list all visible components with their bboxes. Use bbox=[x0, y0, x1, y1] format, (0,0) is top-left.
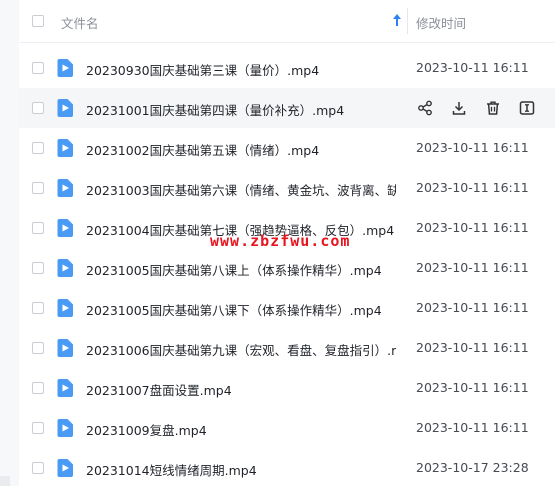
file-row[interactable]: 20231009复盘.mp4 2023-10-11 16:11 bbox=[19, 408, 555, 448]
row-checkbox[interactable] bbox=[32, 182, 44, 194]
modified-time: 2023-10-11 16:11 bbox=[416, 340, 529, 355]
modified-time: 2023-10-11 16:11 bbox=[416, 380, 529, 395]
file-name[interactable]: 20231003国庆基础第六课（情绪、黄金坑、波背离、缺... bbox=[86, 180, 396, 199]
file-row[interactable]: 20231005国庆基础第八课下（体系操作精华）.mp4 2023-10-11 1… bbox=[19, 288, 555, 328]
file-row[interactable]: 20230930国庆基础第三课（量价）.mp4 2023-10-11 16:11 bbox=[19, 48, 555, 88]
select-all-checkbox[interactable] bbox=[32, 15, 44, 27]
file-name[interactable]: 20231007盘面设置.mp4 bbox=[86, 380, 232, 399]
modified-time: 2023-10-11 16:11 bbox=[416, 260, 529, 275]
row-checkbox[interactable] bbox=[32, 262, 44, 274]
file-row[interactable]: 20231005国庆基础第八课上（体系操作精华）.mp4 2023-10-11 1… bbox=[19, 248, 555, 288]
video-file-icon bbox=[57, 179, 73, 197]
panel-corner bbox=[0, 476, 10, 486]
modified-time: 2023-10-11 16:11 bbox=[416, 180, 529, 195]
video-file-icon bbox=[57, 339, 73, 357]
column-divider[interactable] bbox=[407, 8, 408, 34]
column-header-name[interactable]: 文件名 bbox=[61, 13, 99, 32]
row-checkbox[interactable] bbox=[32, 222, 44, 234]
video-file-icon bbox=[57, 259, 73, 277]
row-checkbox[interactable] bbox=[32, 342, 44, 354]
row-checkbox[interactable] bbox=[32, 62, 44, 74]
file-name[interactable]: 20231005国庆基础第八课下（体系操作精华）.mp4 bbox=[86, 300, 382, 319]
modified-time: 2023-10-11 16:11 bbox=[416, 420, 529, 435]
row-checkbox[interactable] bbox=[32, 302, 44, 314]
modified-time: 2023-10-11 16:11 bbox=[416, 220, 529, 235]
delete-icon[interactable] bbox=[485, 100, 501, 116]
file-row[interactable]: 20231007盘面设置.mp4 2023-10-11 16:11 bbox=[19, 368, 555, 408]
file-name[interactable]: 20231001国庆基础第四课（量价补充）.mp4 bbox=[86, 100, 344, 119]
video-file-icon bbox=[57, 419, 73, 437]
watermark-text: www.zbzfwu.com bbox=[210, 232, 351, 250]
rename-icon[interactable] bbox=[519, 100, 535, 116]
file-row[interactable]: 20231003国庆基础第六课（情绪、黄金坑、波背离、缺... 2023-10-1… bbox=[19, 168, 555, 208]
modified-time: 2023-10-17 23:28 bbox=[416, 460, 529, 475]
file-name[interactable]: 20231002国庆基础第五课（情绪）.mp4 bbox=[86, 140, 319, 159]
file-name[interactable]: 20231006国庆基础第九课（宏观、看盘、复盘指引）.mp4 bbox=[86, 340, 396, 359]
file-row[interactable]: 20231002国庆基础第五课（情绪）.mp4 2023-10-11 16:11 bbox=[19, 128, 555, 168]
video-file-icon bbox=[57, 99, 73, 117]
share-icon[interactable] bbox=[417, 100, 433, 116]
modified-time: 2023-10-11 16:11 bbox=[416, 300, 529, 315]
file-name[interactable]: 20231009复盘.mp4 bbox=[86, 420, 207, 439]
column-header-modified-time[interactable]: 修改时间 bbox=[416, 13, 466, 32]
row-checkbox[interactable] bbox=[32, 382, 44, 394]
file-row[interactable]: 20231014短线情绪周期.mp4 2023-10-17 23:28 bbox=[19, 448, 555, 488]
download-icon[interactable] bbox=[451, 100, 467, 116]
video-file-icon bbox=[57, 219, 73, 237]
row-checkbox[interactable] bbox=[32, 462, 44, 474]
file-name[interactable]: 20230930国庆基础第三课（量价）.mp4 bbox=[86, 60, 319, 79]
modified-time: 2023-10-11 16:11 bbox=[416, 140, 529, 155]
row-checkbox[interactable] bbox=[32, 422, 44, 434]
sort-ascending-icon[interactable] bbox=[392, 13, 402, 27]
file-name[interactable]: 20231005国庆基础第八课上（体系操作精华）.mp4 bbox=[86, 260, 382, 279]
row-checkbox[interactable] bbox=[32, 142, 44, 154]
video-file-icon bbox=[57, 379, 73, 397]
file-list-header: 文件名 修改时间 bbox=[19, 0, 555, 43]
video-file-icon bbox=[57, 299, 73, 317]
video-file-icon bbox=[57, 459, 73, 477]
file-row[interactable]: 20231001国庆基础第四课（量价补充）.mp4 bbox=[19, 88, 555, 128]
file-row[interactable]: 20231006国庆基础第九课（宏观、看盘、复盘指引）.mp4 2023-10-1… bbox=[19, 328, 555, 368]
video-file-icon bbox=[57, 139, 73, 157]
modified-time: 2023-10-11 16:11 bbox=[416, 60, 529, 75]
left-panel-strip bbox=[0, 0, 19, 486]
file-name[interactable]: 20231014短线情绪周期.mp4 bbox=[86, 460, 257, 479]
video-file-icon bbox=[57, 59, 73, 77]
row-checkbox[interactable] bbox=[32, 102, 44, 114]
